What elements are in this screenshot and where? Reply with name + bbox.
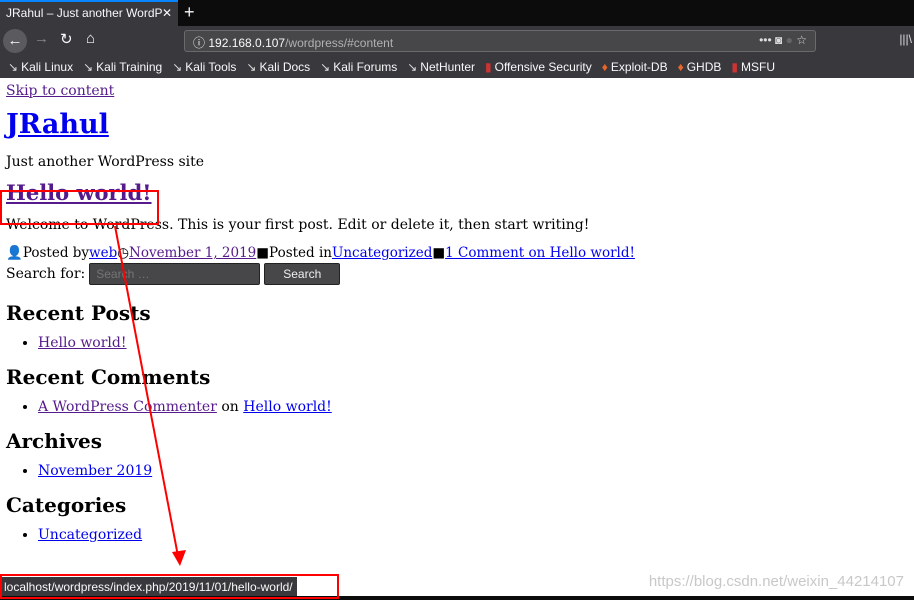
annotation-overlay xyxy=(0,190,339,599)
highlight-box-status xyxy=(0,574,339,599)
highlight-box-title xyxy=(0,190,159,225)
annotation-arrow xyxy=(114,225,179,557)
arrow-head xyxy=(172,550,186,566)
